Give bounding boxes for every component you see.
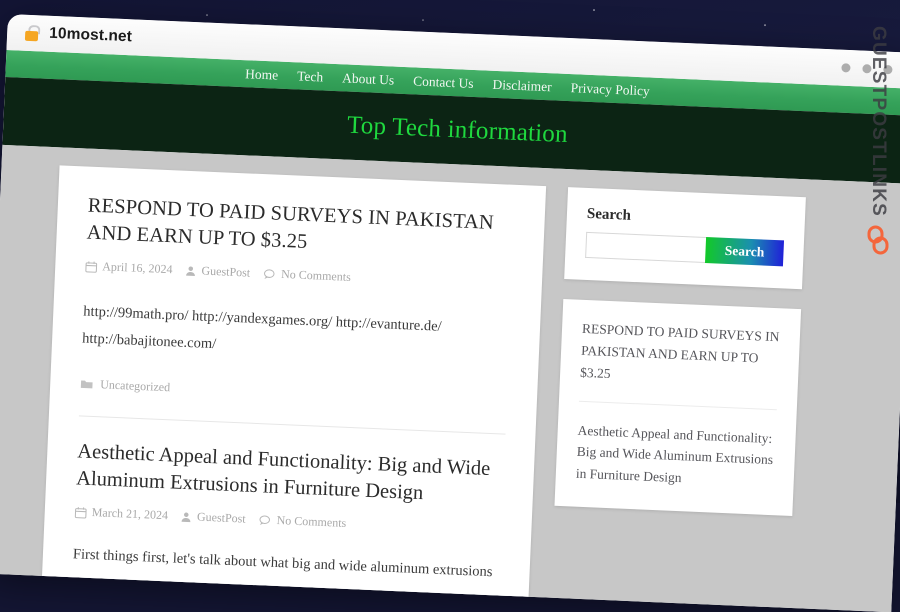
sidebar: Search Search RESPOND TO PAID SURVEYS IN… bbox=[551, 187, 806, 609]
post-category: Uncategorized bbox=[80, 376, 507, 409]
search-form: Search bbox=[585, 232, 784, 266]
post-body: First things first, let's talk about wha… bbox=[72, 541, 500, 585]
recent-post-link[interactable]: RESPOND TO PAID SURVEYS IN PAKISTAN AND … bbox=[580, 318, 781, 392]
search-button[interactable]: Search bbox=[705, 237, 784, 266]
post-comments-label: No Comments bbox=[281, 267, 351, 285]
nav-item-about-us[interactable]: About Us bbox=[342, 70, 395, 88]
post-divider bbox=[79, 415, 506, 434]
post-author: GuestPost bbox=[185, 263, 250, 281]
nav-item-home[interactable]: Home bbox=[245, 66, 279, 83]
comment-icon bbox=[263, 268, 277, 281]
folder-icon bbox=[80, 378, 93, 390]
window-dot-2[interactable] bbox=[862, 64, 871, 73]
post-date-label: March 21, 2024 bbox=[91, 505, 168, 523]
lock-icon bbox=[25, 25, 39, 42]
post-comments: No Comments bbox=[263, 266, 351, 285]
post-article: Aesthetic Appeal and Functionality: Big … bbox=[72, 438, 504, 586]
post-author-label: GuestPost bbox=[201, 264, 250, 281]
window-dot-1[interactable] bbox=[841, 63, 850, 72]
page-body: RESPOND TO PAID SURVEYS IN PAKISTAN AND … bbox=[0, 145, 900, 612]
post-author-label: GuestPost bbox=[197, 510, 246, 527]
post-comments: No Comments bbox=[258, 512, 346, 531]
post-title[interactable]: RESPOND TO PAID SURVEYS IN PAKISTAN AND … bbox=[86, 193, 515, 264]
nav-item-privacy-policy[interactable]: Privacy Policy bbox=[570, 80, 650, 99]
post-date-label: April 16, 2024 bbox=[102, 260, 173, 278]
address-bar-url[interactable]: 10most.net bbox=[49, 25, 133, 47]
calendar-icon bbox=[85, 260, 98, 273]
nav-item-contact-us[interactable]: Contact Us bbox=[413, 73, 474, 92]
user-icon bbox=[181, 511, 193, 523]
window-controls bbox=[841, 63, 892, 74]
post-meta: March 21, 2024 GuestPost bbox=[74, 505, 501, 538]
recent-posts-divider bbox=[579, 400, 777, 409]
browser-window: 10most.net Home Tech About Us Contact Us… bbox=[0, 14, 900, 612]
comment-icon bbox=[258, 514, 272, 527]
nav-item-tech[interactable]: Tech bbox=[297, 68, 324, 85]
post-author: GuestPost bbox=[181, 509, 246, 527]
post-date: April 16, 2024 bbox=[85, 259, 173, 278]
post-category-label[interactable]: Uncategorized bbox=[100, 377, 171, 395]
post-title[interactable]: Aesthetic Appeal and Functionality: Big … bbox=[76, 438, 505, 509]
recent-posts-widget: RESPOND TO PAID SURVEYS IN PAKISTAN AND … bbox=[554, 299, 801, 516]
search-widget-title: Search bbox=[587, 206, 786, 231]
search-input[interactable] bbox=[585, 232, 706, 263]
recent-post-link[interactable]: Aesthetic Appeal and Functionality: Big … bbox=[575, 419, 776, 493]
post-date: March 21, 2024 bbox=[74, 505, 168, 524]
post-article: RESPOND TO PAID SURVEYS IN PAKISTAN AND … bbox=[79, 193, 515, 435]
calendar-icon bbox=[75, 506, 88, 519]
search-widget: Search Search bbox=[564, 187, 806, 289]
post-body: http://99math.pro/ http://yandexgames.or… bbox=[82, 299, 511, 371]
post-meta: April 16, 2024 GuestPost bbox=[85, 259, 512, 292]
site-title: Top Tech information bbox=[347, 112, 569, 149]
post-comments-label: No Comments bbox=[276, 513, 346, 531]
window-dot-3[interactable] bbox=[883, 65, 892, 74]
main-content: RESPOND TO PAID SURVEYS IN PAKISTAN AND … bbox=[42, 165, 546, 597]
user-icon bbox=[185, 265, 197, 277]
nav-item-disclaimer[interactable]: Disclaimer bbox=[492, 76, 552, 95]
